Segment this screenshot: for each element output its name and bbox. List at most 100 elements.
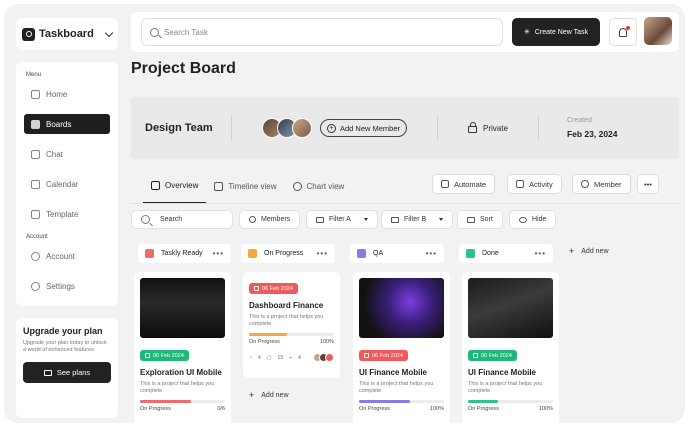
card-icon (43, 369, 52, 376)
attachment-icon: ▢ (266, 354, 272, 361)
created-date: Feb 23, 2024 (566, 129, 618, 139)
tab-label: Overview (165, 181, 199, 190)
more-icon[interactable]: ••• (317, 249, 328, 258)
sidebar-item-home[interactable]: Home (24, 84, 110, 104)
taskboard-logo-icon (22, 27, 35, 41)
tab-overview[interactable]: Overview (143, 169, 207, 203)
notification-button[interactable] (609, 18, 637, 46)
task-card[interactable]: 06 Feb 2024 UI Finance Mobile This is a … (462, 272, 559, 423)
sort-button[interactable]: Sort (457, 210, 503, 229)
task-title: Exploration UI Mobile (140, 368, 222, 377)
calendar-icon (145, 353, 150, 358)
date-text: 06 Feb 2024 (153, 352, 184, 359)
filter-b-dropdown[interactable]: Filter B (381, 210, 454, 229)
user-avatar[interactable] (644, 17, 672, 45)
boards-icon (31, 119, 40, 129)
sidebar-item-label: Boards (46, 119, 72, 129)
filter-icon (316, 216, 324, 223)
sparkle-icon: ✳ (523, 29, 530, 36)
add-new-member-button[interactable]: + Add New Member (320, 119, 408, 137)
date-badge: 06 Feb 2024 (359, 350, 408, 361)
member-button[interactable]: Member (572, 174, 631, 194)
notification-dot (626, 26, 630, 30)
more-icon[interactable]: ••• (535, 249, 546, 258)
more-icon[interactable]: ••• (213, 249, 224, 258)
team-name: Design Team (145, 122, 213, 134)
chat-icon (31, 149, 40, 159)
hide-button[interactable]: Hide (509, 210, 557, 229)
column-header-taskly-ready[interactable]: Taskly Ready ••• (138, 244, 231, 263)
create-new-task-button[interactable]: ✳ Create New Task (512, 18, 600, 46)
sidebar-item-label: Settings (46, 281, 75, 291)
upgrade-panel: Upgrade your plan Upgrade your plan toda… (16, 318, 118, 418)
search-placeholder: Search Task (164, 27, 208, 37)
tab-chart-view[interactable]: Chart view (285, 169, 353, 203)
comment-icon: ◔ (249, 354, 253, 361)
column-title: On Progress (264, 250, 304, 257)
activity-button[interactable]: Activity (507, 174, 562, 194)
sidebar-item-label: Calendar (46, 179, 79, 189)
date-text: 06 Feb 2024 (481, 352, 512, 359)
sidebar-item-chat[interactable]: Chat (24, 144, 110, 164)
workspace-switcher[interactable]: Taskboard (16, 18, 118, 50)
hide-label: Hide (532, 216, 547, 223)
account-section-label: Account (26, 234, 48, 240)
calendar-icon (254, 286, 259, 291)
progress-status: On Progress (249, 339, 280, 346)
privacy-label: Private (483, 123, 508, 133)
column-header-done[interactable]: Done ••• (459, 244, 553, 263)
board-search-input[interactable]: Search (131, 210, 233, 229)
comment-count: 4 (258, 354, 261, 361)
link-icon: ⌁ (289, 354, 293, 361)
home-icon (31, 89, 40, 99)
automate-button[interactable]: Automate (432, 174, 496, 194)
user-icon (31, 251, 40, 261)
template-icon (31, 209, 40, 219)
status-color-swatch (145, 249, 154, 258)
chart-icon (292, 181, 302, 191)
column-header-qa[interactable]: QA ••• (350, 244, 444, 263)
task-description: This is a project that helps you complet… (140, 381, 215, 395)
filter-a-dropdown[interactable]: Filter A (306, 210, 378, 229)
members-filter-button[interactable]: Members (239, 210, 301, 229)
progress-fill (359, 400, 410, 404)
task-title: UI Finance Mobile (359, 368, 428, 377)
sidebar-item-account[interactable]: Account (24, 246, 110, 266)
status-color-swatch (248, 249, 257, 258)
app-window: Taskboard Menu Home Boards Chat Calendar… (4, 4, 685, 423)
add-new-column-button[interactable]: + Add new (569, 246, 609, 256)
chevron-down-icon[interactable] (104, 28, 114, 37)
more-icon[interactable]: ••• (426, 249, 437, 258)
sort-icon (467, 216, 475, 223)
task-card[interactable]: 06 Feb 2024 Dashboard Finance This is a … (243, 272, 340, 378)
column-header-on-progress[interactable]: On Progress ••• (241, 244, 335, 263)
see-plans-button[interactable]: See plans (23, 362, 111, 384)
automate-label: Automate (454, 179, 487, 189)
progress-value: 100% (538, 406, 553, 413)
sidebar-nav: Menu Home Boards Chat Calendar Template … (16, 62, 118, 306)
add-new-task-button[interactable]: + Add new (249, 390, 289, 400)
privacy-status[interactable]: Private (438, 122, 538, 133)
sidebar-item-settings[interactable]: Settings (24, 276, 110, 296)
sidebar-item-label: Account (46, 251, 75, 261)
sidebar-item-boards[interactable]: Boards (24, 114, 110, 134)
search-input[interactable]: Search Task (141, 18, 503, 46)
task-card[interactable]: 06 Feb 2024 Exploration UI Mobile This i… (134, 272, 231, 423)
add-new-column-label: Add new (581, 247, 609, 255)
sidebar-item-template[interactable]: Template (24, 204, 110, 224)
progress-bar (249, 333, 334, 337)
users-icon (581, 180, 589, 188)
date-badge: 06 Feb 2024 (140, 350, 189, 361)
team-banner: Design Team + Add New Member Private Crea… (131, 97, 679, 159)
filter-icon (391, 216, 399, 223)
link-count: 4 (298, 354, 301, 361)
status-color-swatch (466, 249, 475, 258)
create-button-label: Create New Task (534, 28, 589, 36)
sidebar-item-calendar[interactable]: Calendar (24, 174, 110, 194)
column-title: Done (482, 250, 499, 257)
tab-timeline-view[interactable]: Timeline view (206, 169, 284, 203)
task-card[interactable]: 06 Feb 2024 UI Finance Mobile This is a … (353, 272, 450, 423)
more-options-button[interactable]: ••• (637, 174, 659, 194)
member-avatars[interactable] (262, 118, 312, 138)
menu-section-label: Menu (26, 72, 42, 78)
